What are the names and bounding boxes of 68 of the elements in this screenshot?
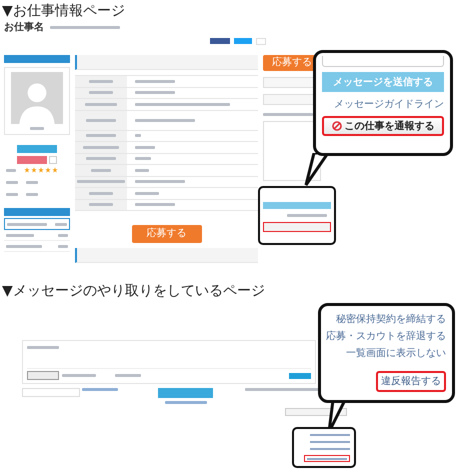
guideline-link[interactable] [164, 401, 206, 404]
file-button[interactable] [27, 371, 59, 380]
follow-button[interactable] [17, 145, 57, 153]
blurred-text [135, 168, 149, 172]
blurred-text [89, 203, 113, 206]
blurred-text [77, 180, 125, 184]
blurred-text [135, 118, 195, 122]
blurred-text [135, 157, 151, 160]
report-button[interactable] [263, 222, 331, 232]
blurred-text [135, 203, 175, 206]
job-title: お仕事名 [4, 20, 44, 34]
blurred-text [135, 146, 155, 149]
blurred-text [6, 192, 18, 196]
blurred-text [50, 26, 120, 28]
action-link[interactable]: 一覧画面に表示しない [346, 346, 446, 361]
report-button[interactable]: この仕事を通報する [322, 116, 444, 136]
blurred-text [62, 374, 96, 377]
send-button[interactable] [263, 202, 331, 209]
blurred-text [55, 222, 67, 226]
blurred-text [26, 192, 38, 196]
blurred-text [287, 214, 327, 217]
favorite-count [49, 156, 57, 164]
blurred-text [6, 180, 18, 184]
blurred-text [27, 346, 59, 349]
section-heading: ▼お仕事情報ページ [1, 2, 126, 20]
blurred-text [135, 192, 159, 195]
template-link[interactable] [82, 388, 118, 391]
section-heading: ▼メッセージのやり取りをしているページ [1, 282, 266, 300]
favorite-button[interactable] [17, 156, 47, 164]
blurred-text [6, 234, 34, 236]
blurred-text [86, 157, 116, 160]
action-link[interactable]: 違反報告する [376, 371, 446, 392]
message-field[interactable] [322, 56, 444, 67]
action-link[interactable]: 応募・スカウトを辞退する [326, 329, 446, 344]
blurred-text [86, 134, 116, 138]
blurred-text [89, 80, 113, 83]
client-info-header [4, 55, 70, 63]
share-button[interactable] [256, 38, 266, 45]
prohibited-icon [332, 121, 342, 131]
action-link[interactable]: 秘密保持契約を締結する [336, 312, 446, 327]
blurred-text [115, 374, 141, 377]
tweet-button[interactable] [234, 38, 252, 44]
like-button[interactable] [210, 38, 230, 44]
blurred-text [135, 180, 185, 184]
avatar-icon [11, 72, 63, 124]
blurred-text [91, 168, 111, 172]
blurred-text [26, 180, 38, 184]
blurred-text [135, 80, 175, 83]
action-link[interactable] [304, 455, 350, 462]
blurred-text [263, 113, 313, 116]
blurred-text [6, 244, 42, 248]
blurred-text [135, 91, 175, 94]
blurred-text [85, 102, 117, 106]
message-field[interactable] [22, 340, 316, 384]
new-message-button[interactable] [289, 372, 311, 378]
blurred-text [30, 127, 44, 130]
blurred-text [7, 222, 47, 226]
blurred-text [89, 192, 113, 195]
blurred-text [83, 146, 119, 149]
stats-header [4, 208, 70, 216]
blurred-text [6, 168, 16, 172]
guideline-link[interactable]: メッセージガイドライン [334, 97, 444, 111]
apply-button[interactable]: 応募する [132, 225, 202, 243]
blurred-text [86, 118, 116, 122]
blurred-text [89, 91, 113, 94]
template-select[interactable] [22, 388, 80, 397]
blurred-text [135, 134, 141, 138]
send-button[interactable] [158, 388, 213, 398]
